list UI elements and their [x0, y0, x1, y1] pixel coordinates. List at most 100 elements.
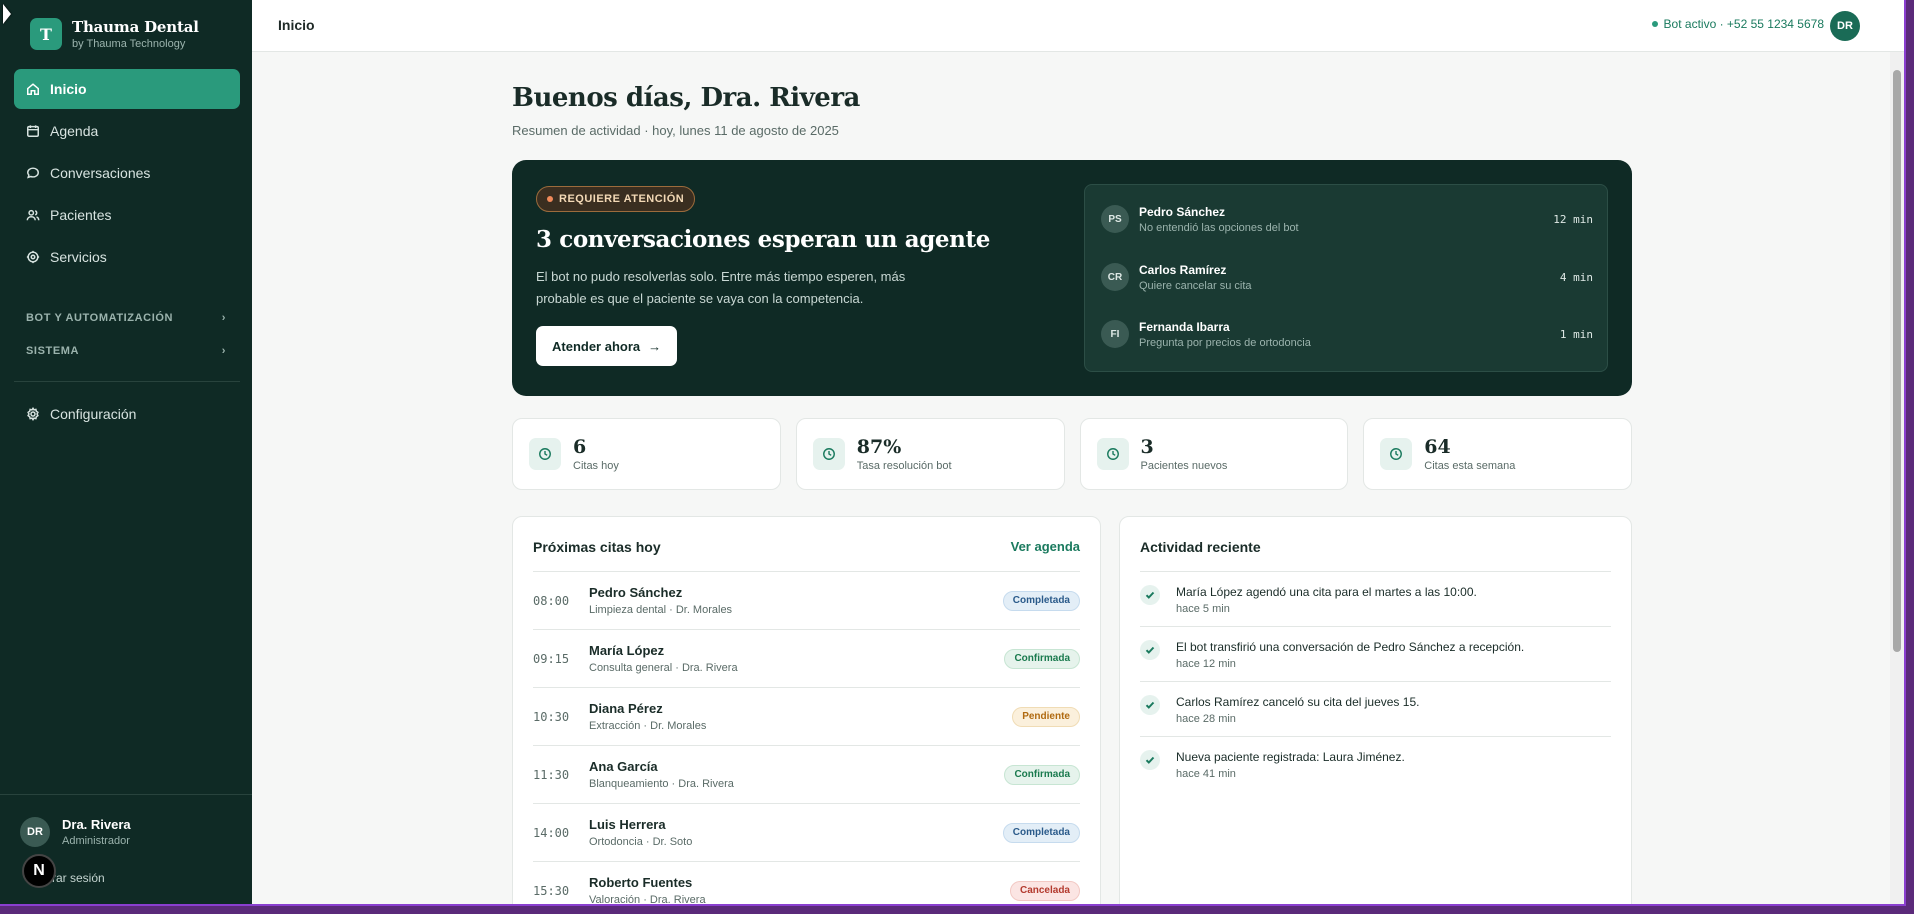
attention-badge: REQUIERE ATENCIÓN: [536, 186, 696, 212]
logout-label: rrar sesión: [48, 871, 105, 885]
calendar-icon: [27, 125, 39, 137]
sidebar-item-configuracion[interactable]: Configuración: [14, 394, 240, 434]
activity-text: Carlos Ramírez canceló su cita del jueve…: [1176, 695, 1420, 709]
stat-label: Pacientes nuevos: [1140, 460, 1228, 472]
appointment-detail: Extracción · Dr. Morales: [589, 720, 707, 732]
sidebar-item-label: Servicios: [50, 249, 107, 265]
stat-card: 87% Tasa resolución bot: [795, 418, 1065, 490]
status-badge: Confirmada: [1004, 764, 1080, 785]
sidebar-item-label: Pacientes: [50, 207, 112, 223]
appointment-patient: Roberto Fuentes: [589, 875, 693, 890]
brand-subtitle: by Thauma Technology: [72, 38, 186, 50]
avatar: PS: [1101, 205, 1129, 233]
stat-value: 3: [1140, 436, 1154, 458]
sidebar-item-label: Configuración: [50, 406, 137, 422]
clock-icon: [539, 448, 551, 460]
stat-value: 64: [1424, 436, 1451, 458]
appointment-detail: Consulta general · Dra. Rivera: [589, 662, 738, 674]
scrollbar-thumb[interactable]: [1893, 70, 1901, 652]
chevron-right-icon: ›: [221, 345, 226, 357]
sidebar-item-pacientes[interactable]: Pacientes: [14, 195, 240, 235]
appointment-detail: Blanqueamiento · Dra. Rivera: [589, 778, 734, 790]
avatar[interactable]: DR: [20, 817, 50, 847]
appointment-row[interactable]: 08:00 Pedro Sánchez Limpieza dental · Dr…: [533, 571, 1080, 629]
stat-label: Citas esta semana: [1424, 460, 1516, 472]
clock-icon: [1106, 448, 1119, 460]
sidebar-item-agenda[interactable]: Agenda: [14, 111, 240, 151]
status-badge: Confirmada: [1004, 648, 1080, 669]
section-label: BOT Y AUTOMATIZACIÓN: [26, 312, 174, 324]
appointment-time: 08:00: [533, 593, 570, 608]
queue-item[interactable]: FI Fernanda Ibarra Pregunta por precios …: [1101, 314, 1593, 354]
section-bot-automatizacion[interactable]: BOT Y AUTOMATIZACIÓN ›: [26, 312, 226, 324]
activity-item: El bot transfirió una conversación de Pe…: [1140, 626, 1611, 681]
main-content: Buenos días, Dra. Rivera Resumen de acti…: [512, 52, 1632, 904]
status-badge: Cancelada: [1009, 880, 1080, 901]
stat-value: 87%: [856, 436, 902, 458]
appointment-time: 09:15: [533, 651, 570, 666]
greeting-heading: Buenos días, Dra. Rivera: [512, 83, 860, 113]
activity-time: hace 41 min: [1176, 768, 1236, 780]
sidebar-divider: [14, 381, 240, 382]
avatar: CR: [1101, 263, 1129, 291]
appointment-row[interactable]: 14:00 Luis Herrera Ortodoncia · Dr. Soto…: [533, 803, 1080, 861]
activity-title: Actividad reciente: [1140, 539, 1261, 555]
sidebar: T Thauma Dental by Thauma Technology Ini…: [0, 0, 252, 904]
page-title: Inicio: [278, 17, 315, 33]
appointment-detail: Ortodoncia · Dr. Soto: [589, 836, 693, 848]
avatar: FI: [1101, 320, 1129, 348]
appointments-panel: Próximas citas hoy Ver agenda 08:00 Pedr…: [512, 516, 1101, 904]
check-icon: [1145, 591, 1155, 599]
activity-text: El bot transfirió una conversación de Pe…: [1176, 640, 1525, 654]
brand[interactable]: T Thauma Dental by Thauma Technology: [30, 18, 199, 50]
queue-reason: No entendió las opciones del bot: [1139, 221, 1299, 234]
appointment-patient: Pedro Sánchez: [589, 585, 683, 600]
appointment-row[interactable]: 11:30 Ana García Blanqueamiento · Dra. R…: [533, 745, 1080, 803]
queue-name: Pedro Sánchez: [1139, 204, 1226, 219]
sidebar-item-servicios[interactable]: Servicios: [14, 237, 240, 277]
queue-item[interactable]: CR Carlos Ramírez Quiere cancelar su cit…: [1101, 257, 1593, 297]
activity-summary: Resumen de actividad · hoy, lunes 11 de …: [512, 123, 839, 138]
check-icon: [1145, 646, 1155, 654]
home-icon: [27, 83, 39, 95]
appointment-patient: María López: [589, 643, 665, 658]
appointment-row[interactable]: 10:30 Diana Pérez Extracción · Dr. Moral…: [533, 687, 1080, 745]
section-sistema[interactable]: SISTEMA ›: [26, 345, 226, 357]
dev-tools-badge[interactable]: N: [22, 854, 56, 888]
activity-time: hace 5 min: [1176, 603, 1230, 615]
attention-card: REQUIERE ATENCIÓN 3 conversaciones esper…: [512, 160, 1632, 396]
status-badge: Pendiente: [1012, 706, 1080, 727]
status-dot-icon: [1651, 21, 1658, 27]
sidebar-item-inicio[interactable]: Inicio: [14, 69, 240, 109]
appointment-row[interactable]: 09:15 María López Consulta general · Dra…: [533, 629, 1080, 687]
top-bar: Inicio Bot activo · +52 55 1234 5678 DR: [252, 0, 1904, 52]
view-agenda-link[interactable]: Ver agenda: [1011, 539, 1080, 555]
queue-wait-time: 1 min: [1559, 327, 1593, 341]
bot-status: Bot activo · +52 55 1234 5678: [1651, 17, 1824, 31]
gear-icon: [27, 407, 39, 421]
attend-now-button[interactable]: Atender ahora →: [536, 326, 678, 366]
scrollbar[interactable]: [1890, 52, 1904, 904]
sidebar-item-conversaciones[interactable]: Conversaciones: [14, 153, 240, 193]
sidebar-nav: Inicio Agenda Conversaciones Pacientes S…: [14, 69, 240, 279]
users-icon: [26, 209, 40, 221]
chat-icon: [27, 167, 39, 179]
queue-item[interactable]: PS Pedro Sánchez No entendió las opcione…: [1101, 199, 1593, 239]
avatar[interactable]: DR: [1830, 11, 1860, 41]
appointment-patient: Ana García: [589, 759, 658, 774]
activity-text: Nueva paciente registrada: Laura Jiménez…: [1176, 750, 1405, 764]
appointment-row[interactable]: 15:30 Roberto Fuentes Valoración · Dra. …: [533, 861, 1080, 904]
queue-wait-time: 12 min: [1553, 212, 1593, 226]
sidebar-item-label: Inicio: [50, 81, 87, 97]
appointment-time: 14:00: [533, 825, 570, 840]
appointment-time: 11:30: [533, 767, 570, 782]
check-icon: [1145, 701, 1155, 709]
stats-row: 6 Citas hoy 87% Tasa resolución bot 3 Pa…: [512, 418, 1632, 490]
chevron-right-icon: ›: [221, 312, 226, 324]
activity-item: Carlos Ramírez canceló su cita del jueve…: [1140, 681, 1611, 736]
appointment-patient: Luis Herrera: [589, 817, 666, 832]
queue-reason: Quiere cancelar su cita: [1139, 279, 1252, 292]
stat-value: 6: [573, 436, 587, 458]
stat-card: 6 Citas hoy: [512, 418, 781, 490]
stat-label: Tasa resolución bot: [856, 460, 952, 472]
